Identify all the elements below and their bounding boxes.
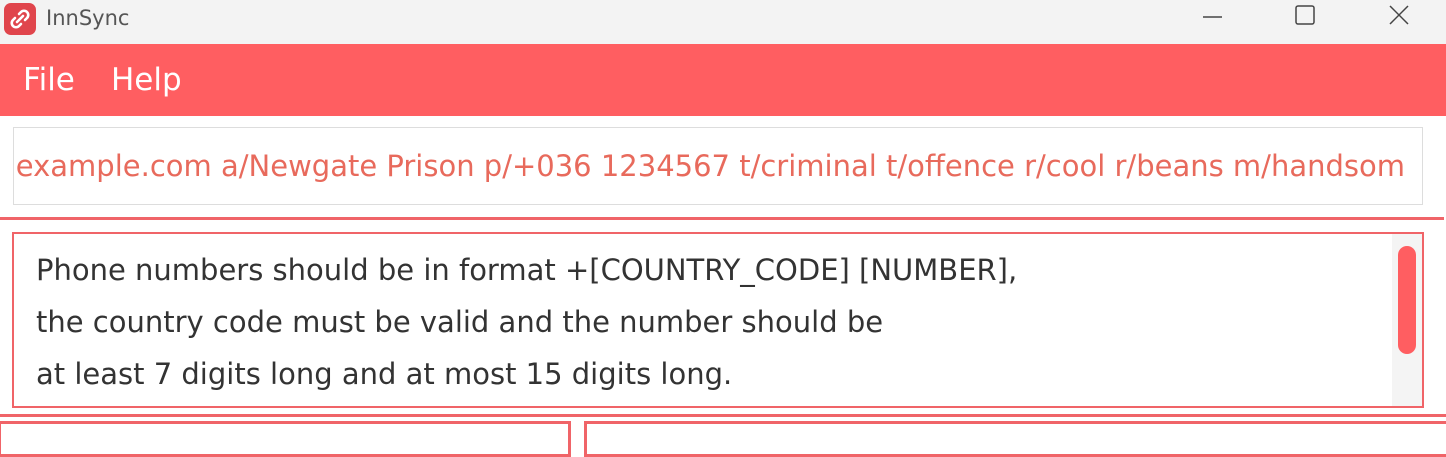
maximize-icon	[1295, 5, 1315, 25]
window-title: InnSync	[46, 6, 130, 30]
menu-help[interactable]: Help	[111, 44, 182, 116]
panel-divider	[0, 414, 1446, 417]
title-bar: InnSync	[0, 0, 1446, 44]
result-scrollbar[interactable]	[1392, 234, 1422, 406]
list-panel-left[interactable]	[0, 421, 571, 457]
list-panel-right[interactable]	[584, 421, 1446, 457]
result-line-1: Phone numbers should be in format +[COUN…	[36, 253, 1018, 287]
menu-bar: File Help	[0, 44, 1446, 116]
scrollbar-thumb[interactable]	[1398, 246, 1416, 354]
close-icon	[1389, 5, 1409, 25]
command-input-text: example.com a/Newgate Prison p/+036 1234…	[15, 149, 1405, 183]
command-input[interactable]: example.com a/Newgate Prison p/+036 1234…	[13, 127, 1423, 205]
minimize-button[interactable]	[1176, 0, 1240, 36]
minimize-icon	[1203, 16, 1222, 18]
menu-file[interactable]: File	[23, 44, 75, 116]
maximize-button[interactable]	[1274, 0, 1338, 36]
command-panel: example.com a/Newgate Prison p/+036 1234…	[0, 116, 1444, 220]
result-line-3: at least 7 digits long and at most 15 di…	[36, 357, 733, 391]
result-display[interactable]: Phone numbers should be in format +[COUN…	[12, 232, 1424, 408]
close-button[interactable]	[1370, 0, 1434, 36]
app-logo-icon	[4, 3, 36, 35]
result-line-2: the country code must be valid and the n…	[36, 305, 884, 339]
